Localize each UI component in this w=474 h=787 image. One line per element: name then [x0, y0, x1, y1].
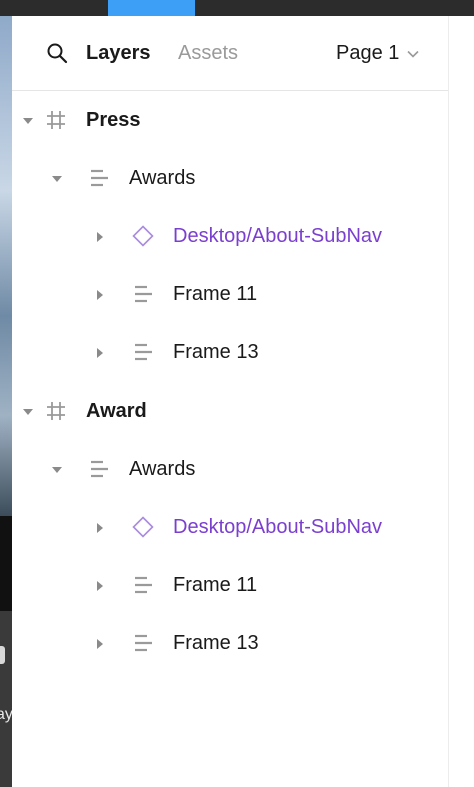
layer-label: Desktop/About-SubNav	[173, 225, 383, 247]
frame-hash-icon	[47, 111, 65, 129]
canvas-image	[0, 16, 12, 516]
caret-right-icon[interactable]	[94, 231, 106, 243]
component-instance-icon	[132, 516, 154, 538]
top-toolbar	[0, 0, 474, 16]
canvas-text-fragment: ay	[0, 706, 12, 723]
tab-layers[interactable]: Layers	[86, 42, 151, 65]
caret-down-icon[interactable]	[22, 115, 34, 127]
canvas-chip	[0, 646, 5, 664]
caret-right-icon[interactable]	[94, 347, 106, 359]
layer-label: Press	[86, 109, 141, 131]
component-instance-icon	[132, 225, 154, 247]
canvas-dark-region	[0, 516, 12, 611]
caret-right-icon[interactable]	[94, 289, 106, 301]
auto-layout-icon	[135, 576, 152, 594]
layer-row-awards[interactable]: Awards	[12, 440, 448, 498]
caret-right-icon[interactable]	[94, 522, 106, 534]
layer-row-frame-11[interactable]: Frame 11	[12, 556, 448, 614]
auto-layout-icon	[135, 634, 152, 652]
canvas-gray-region	[0, 611, 12, 787]
layer-row-award[interactable]: Award	[12, 382, 448, 440]
layer-label: Awards	[129, 458, 196, 480]
tab-assets[interactable]: Assets	[178, 42, 238, 65]
layer-label: Frame 13	[173, 341, 259, 363]
auto-layout-icon	[91, 169, 108, 187]
canvas-area[interactable]: ay	[0, 16, 12, 787]
auto-layout-icon	[135, 343, 152, 361]
layer-row-awards[interactable]: Awards	[12, 149, 448, 207]
layer-row-desktop-about-subnav[interactable]: Desktop/About-SubNav	[12, 498, 448, 556]
caret-right-icon[interactable]	[94, 638, 106, 650]
caret-right-icon[interactable]	[94, 580, 106, 592]
layer-row-frame-11[interactable]: Frame 11	[12, 265, 448, 323]
caret-down-icon[interactable]	[51, 464, 63, 476]
search-icon[interactable]	[46, 42, 68, 64]
page-selector-label: Page 1	[336, 42, 400, 64]
auto-layout-icon	[135, 285, 152, 303]
chevron-down-icon	[407, 50, 419, 58]
auto-layout-icon	[91, 460, 108, 478]
layers-panel: Layers Assets Page 1 Press Awards Deskto…	[12, 16, 448, 787]
layer-label: Frame 13	[173, 632, 259, 654]
caret-down-icon[interactable]	[22, 406, 34, 418]
caret-down-icon[interactable]	[51, 173, 63, 185]
layer-label: Awards	[129, 167, 196, 189]
panel-right-edge	[448, 16, 474, 787]
page-selector[interactable]: Page 1	[336, 42, 419, 65]
layer-row-desktop-about-subnav[interactable]: Desktop/About-SubNav	[12, 207, 448, 265]
layer-label: Frame 11	[173, 574, 258, 596]
frame-hash-icon	[47, 402, 65, 420]
layer-label: Frame 11	[173, 283, 258, 305]
layer-label: Award	[86, 400, 147, 422]
panel-header: Layers Assets Page 1	[12, 16, 448, 91]
layer-row-frame-13[interactable]: Frame 13	[12, 614, 448, 672]
layer-row-frame-13[interactable]: Frame 13	[12, 323, 448, 381]
active-tool-highlight[interactable]	[108, 0, 195, 16]
layer-label: Desktop/About-SubNav	[173, 516, 383, 538]
layer-row-press[interactable]: Press	[12, 91, 448, 149]
